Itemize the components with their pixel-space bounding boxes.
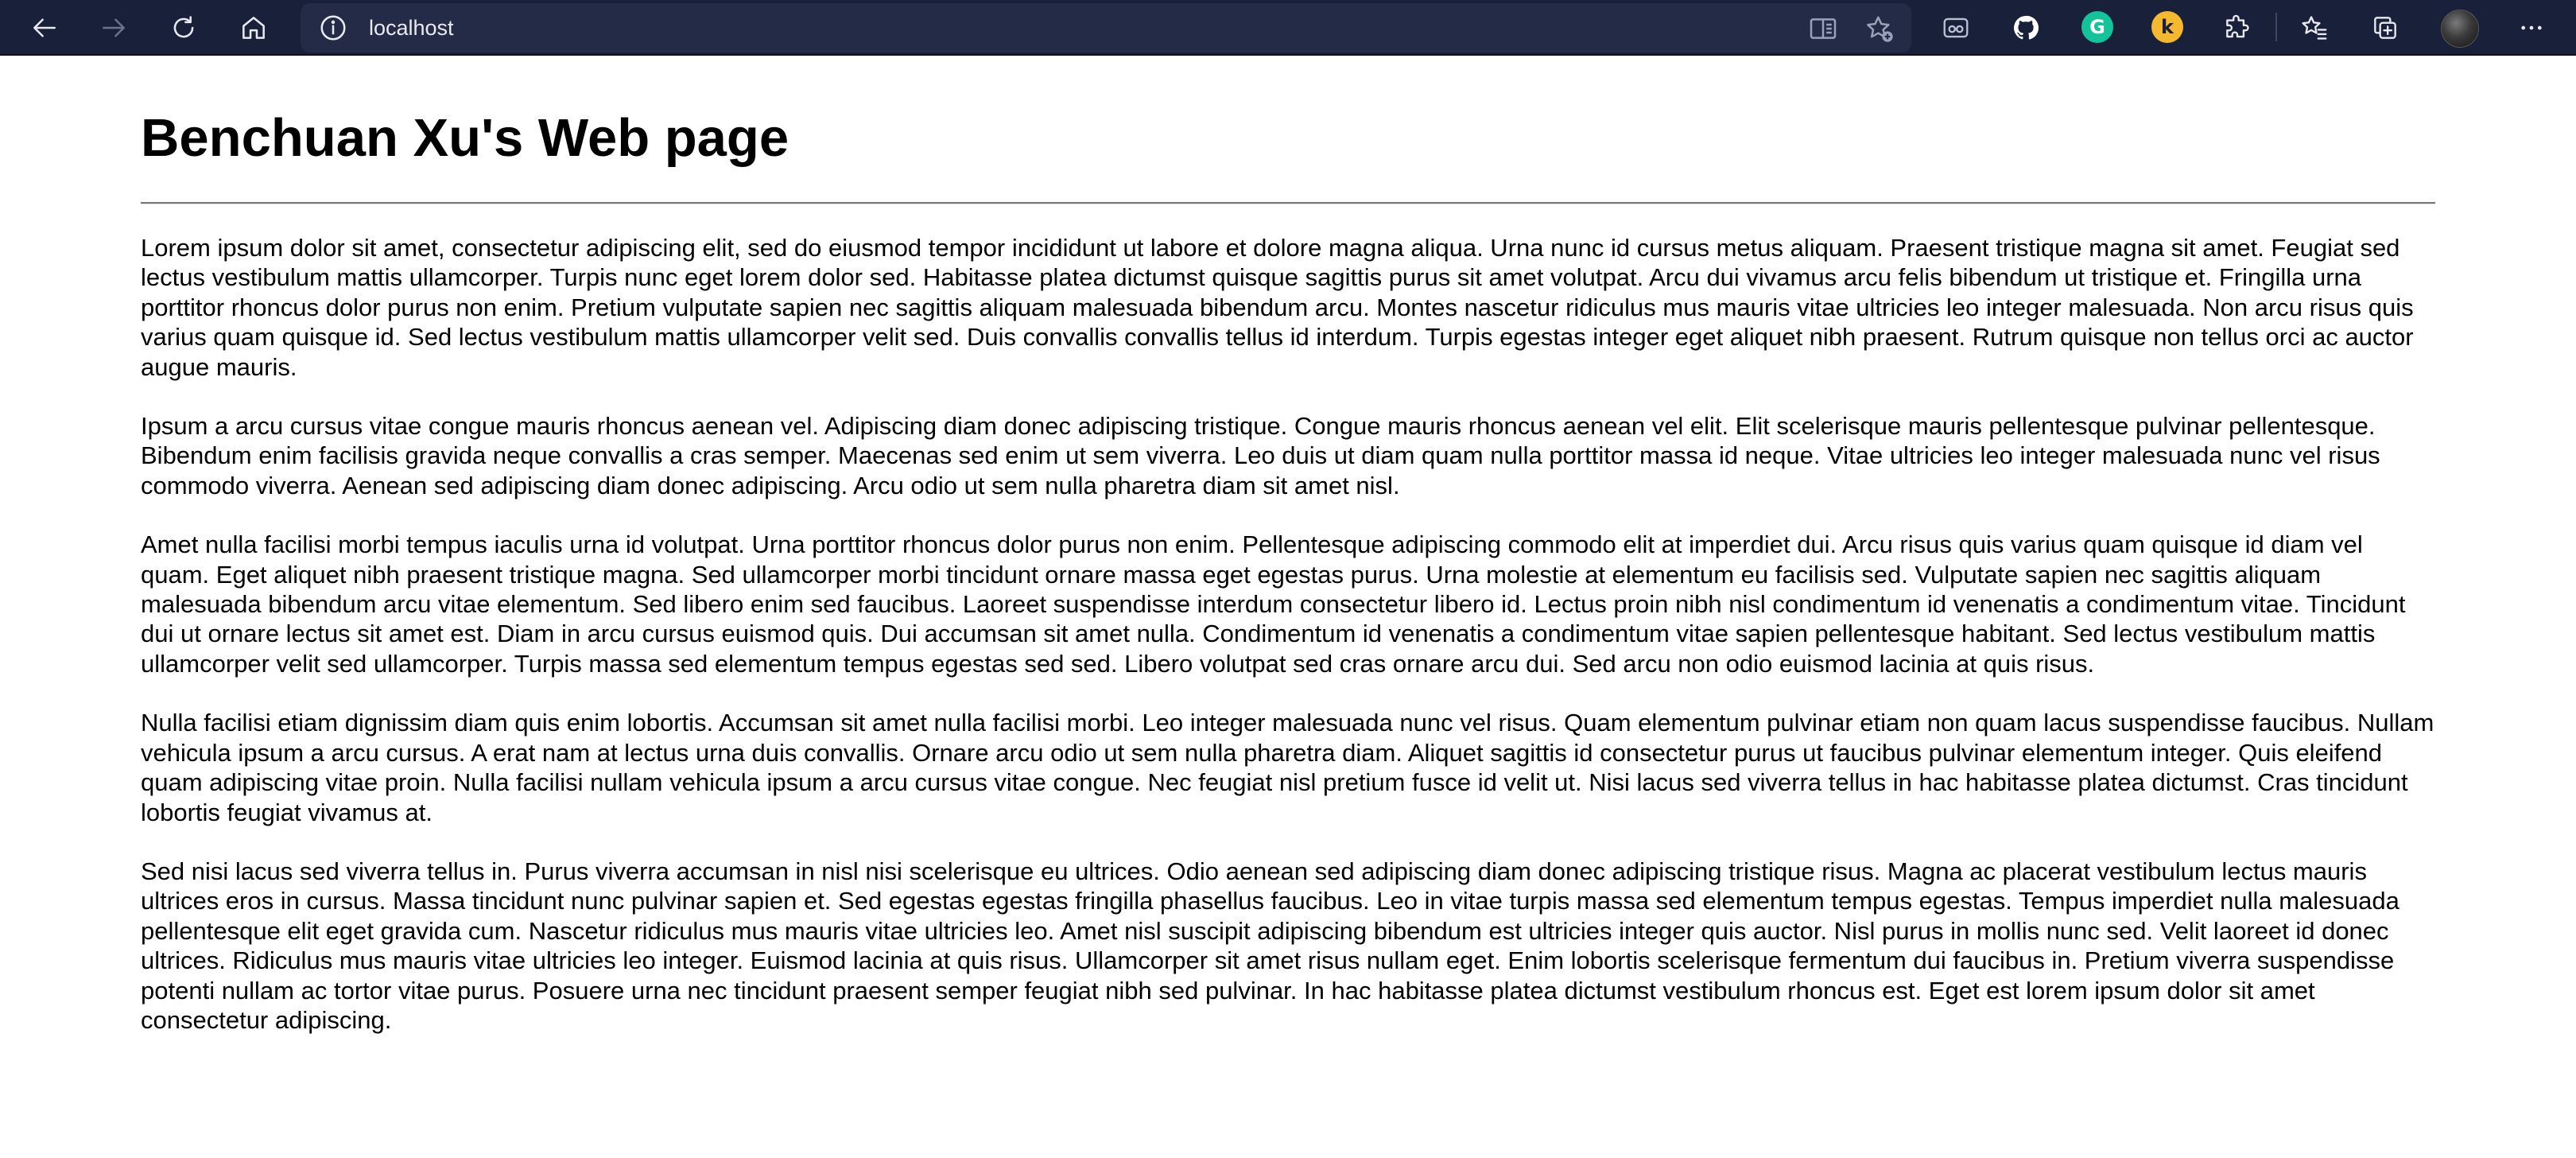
back-icon [33, 18, 56, 37]
favorites-icon [2302, 16, 2327, 40]
forward-icon [103, 18, 125, 37]
forward-button[interactable] [92, 6, 135, 49]
refresh-button[interactable] [162, 6, 205, 49]
paragraph-1: Lorem ipsum dolor sit amet, consectetur … [141, 234, 2414, 381]
paragraph-3: Amet nulla facilisi morbi tempus iaculis… [141, 530, 2406, 678]
extension-yellow-icon[interactable]: k [2151, 11, 2183, 43]
collections-button[interactable] [2364, 6, 2407, 49]
reader-mode-icon[interactable] [1807, 13, 1839, 45]
extension-glasses-icon [1943, 17, 1969, 38]
toolbar-divider [2275, 13, 2277, 41]
paragraph-2: Ipsum a arcu cursus vitae congue mauris … [141, 412, 2380, 499]
collections-icon [2374, 17, 2396, 39]
page-content: Benchuan Xu's Web page Lorem ipsum dolor… [141, 57, 2435, 1035]
browser-toolbar: localhost G k [0, 0, 2576, 56]
home-button[interactable] [232, 6, 275, 49]
page-title: Benchuan Xu's Web page [141, 108, 789, 168]
more-menu-icon [2521, 25, 2542, 30]
back-button[interactable] [23, 6, 66, 49]
profile-avatar[interactable] [2441, 10, 2479, 48]
github-button[interactable] [2004, 6, 2047, 49]
more-menu-button[interactable] [2510, 6, 2553, 49]
paragraph-4: Nulla facilisi etiam dignissim diam quis… [141, 709, 2434, 826]
extensions-button[interactable] [2216, 6, 2259, 49]
horizontal-rule [141, 202, 2435, 204]
refresh-icon [173, 16, 194, 38]
address-bar[interactable]: localhost [301, 3, 1911, 52]
github-icon [2014, 15, 2039, 40]
add-favorite-icon[interactable] [1864, 13, 1895, 45]
paragraph-5: Sed nisi lacus sed viverra tellus in. Pu… [141, 857, 2399, 1034]
home-icon [242, 17, 265, 39]
extensions-icon [2226, 14, 2249, 38]
address-text[interactable]: localhost [369, 15, 454, 41]
favorites-button[interactable] [2293, 6, 2336, 49]
extension-glasses-button[interactable] [1934, 6, 1977, 49]
site-info-icon[interactable] [318, 13, 348, 43]
grammarly-icon[interactable]: G [2081, 11, 2113, 43]
